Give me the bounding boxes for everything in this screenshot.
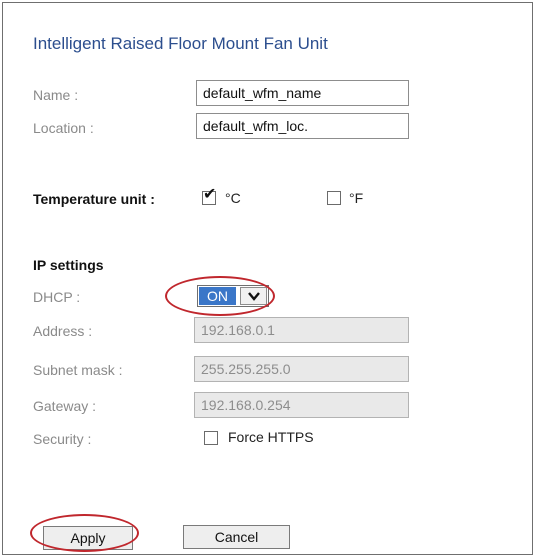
subnet-mask-field[interactable] [194,356,409,382]
ip-settings-heading: IP settings [33,257,104,273]
security-label: Security : [33,431,92,447]
address-field[interactable] [194,317,409,343]
dhcp-highlight-ellipse [165,276,275,316]
dhcp-label: DHCP : [33,289,81,305]
location-label: Location : [33,120,94,136]
force-https-label: Force HTTPS [228,429,314,445]
address-label: Address : [33,323,93,339]
fahrenheit-label: °F [349,190,364,206]
name-field[interactable] [196,80,409,106]
subnet-mask-label: Subnet mask : [33,362,123,378]
gateway-label: Gateway : [33,398,97,414]
apply-highlight-ellipse [30,514,139,552]
force-https-checkbox[interactable] [204,431,218,445]
location-field[interactable] [196,113,409,139]
page-title: Intelligent Raised Floor Mount Fan Unit [33,34,328,53]
celsius-checkbox[interactable]: ✔ [202,187,216,205]
checkmark-icon: ✔ [203,186,217,203]
name-label: Name : [33,87,79,103]
fahrenheit-checkbox[interactable] [327,191,341,205]
celsius-label: °C [225,190,241,206]
temperature-unit-label: Temperature unit : [33,191,155,207]
cancel-button[interactable]: Cancel [183,525,290,549]
gateway-field[interactable] [194,392,409,418]
